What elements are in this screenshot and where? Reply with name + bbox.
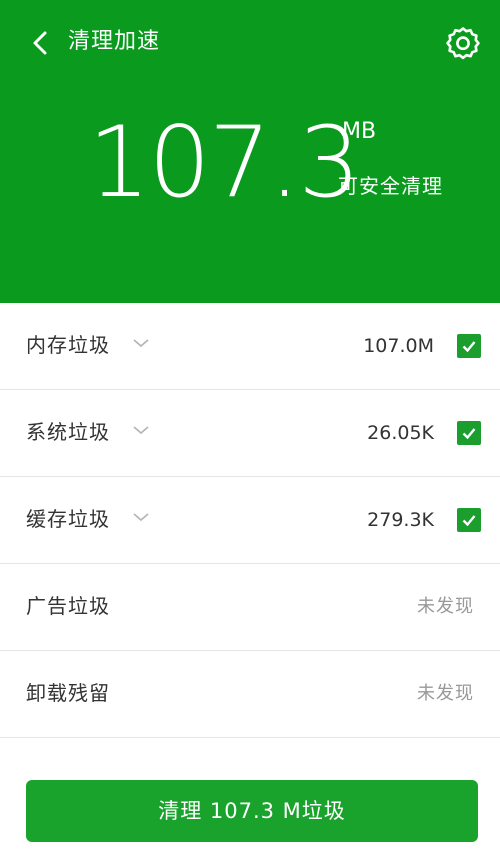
item-label: 卸载残留 [26,681,110,705]
settings-button[interactable] [444,25,482,63]
item-size: 279.3K [367,509,434,531]
checkmark-icon [462,341,476,353]
item-label: 系统垃圾 [26,420,110,444]
clean-button[interactable]: 清理 107.3 M垃圾 [26,780,478,842]
junk-list: 内存垃圾 107.0M 系统垃圾 26.05K 缓存垃圾 279.3K 广告垃圾… [0,303,500,738]
item-status: 未发现 [417,683,474,704]
list-item-uninstall-residue[interactable]: 卸载残留 未发现 [0,651,500,738]
amount-subtitle: 可安全清理 [338,174,443,198]
amount-unit: MB [342,119,377,144]
chevron-down-icon[interactable] [132,337,150,349]
checkmark-icon [462,428,476,440]
item-checkbox[interactable] [457,421,481,445]
item-checkbox[interactable] [457,334,481,358]
settings-gear-icon [446,27,480,60]
chevron-down-icon[interactable] [132,424,150,436]
back-arrow-icon [33,31,47,55]
item-size: 107.0M [363,335,434,357]
item-label: 广告垃圾 [26,594,110,618]
list-item-system-junk[interactable]: 系统垃圾 26.05K [0,390,500,477]
list-item-memory-junk[interactable]: 内存垃圾 107.0M [0,303,500,390]
chevron-down-icon[interactable] [132,511,150,523]
item-label: 内存垃圾 [26,333,110,357]
item-label: 缓存垃圾 [26,507,110,531]
list-item-ad-junk[interactable]: 广告垃圾 未发现 [0,564,500,651]
header: 清理加速 107.3 MB 可安全清理 [0,0,500,303]
cleanable-amount: 107.3 [88,106,361,220]
list-item-cache-junk[interactable]: 缓存垃圾 279.3K [0,477,500,564]
checkmark-icon [462,515,476,527]
page-title: 清理加速 [68,29,161,54]
item-size: 26.05K [367,422,434,444]
item-checkbox[interactable] [457,508,481,532]
back-button[interactable] [26,26,54,60]
item-status: 未发现 [417,596,474,617]
